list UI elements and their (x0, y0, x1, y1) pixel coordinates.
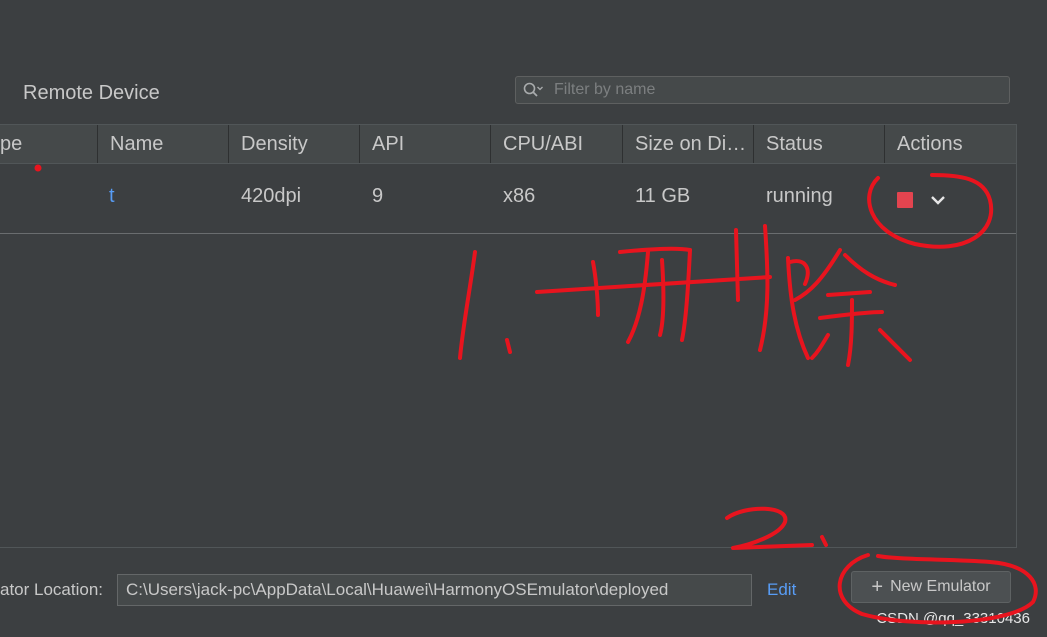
column-density[interactable]: Density (228, 125, 359, 163)
column-actions[interactable]: Actions (884, 125, 1016, 163)
device-table: pe Name Density API CPU/ABI Size on Di… … (0, 124, 1017, 548)
new-emulator-label: New Emulator (890, 578, 991, 595)
emulator-location-field[interactable] (117, 574, 752, 606)
filter-input[interactable] (554, 78, 994, 102)
row-divider (0, 233, 1016, 234)
cell-api: 9 (372, 185, 384, 207)
stop-icon[interactable] (897, 192, 913, 208)
cell-status: running (766, 185, 833, 207)
edit-link[interactable]: Edit (767, 580, 796, 600)
emulator-location-label: ator Location: (0, 580, 104, 599)
column-size-on-disk[interactable]: Size on Di… (622, 125, 753, 163)
plus-icon: + (871, 576, 884, 598)
watermark: CSDN @qq_33310436 (876, 610, 1030, 627)
cell-cpu-abi: x86 (503, 185, 536, 207)
cell-name[interactable]: t (109, 185, 115, 208)
column-status[interactable]: Status (753, 125, 884, 163)
chevron-down-icon[interactable] (928, 192, 948, 208)
filter-field[interactable] (515, 76, 1010, 104)
column-cpu-abi[interactable]: CPU/ABI (490, 125, 622, 163)
column-name[interactable]: Name (97, 125, 228, 163)
cell-density: 420dpi (241, 185, 302, 207)
column-type[interactable]: pe (0, 125, 97, 163)
search-icon (523, 82, 543, 98)
cell-size: 11 GB (635, 185, 691, 207)
new-emulator-button[interactable]: + New Emulator (851, 571, 1011, 603)
section-title: Remote Device (23, 82, 160, 104)
column-api[interactable]: API (359, 125, 490, 163)
table-header: pe Name Density API CPU/ABI Size on Di… … (0, 125, 1016, 164)
